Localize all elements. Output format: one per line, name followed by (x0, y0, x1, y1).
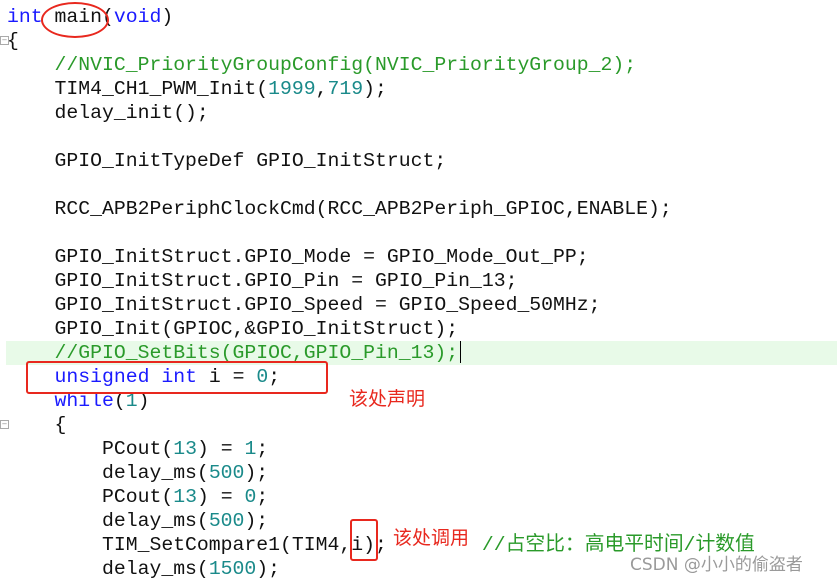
code-token: ) (161, 6, 174, 28)
code-token: ); (363, 78, 387, 100)
code-line[interactable]: int main(void) (7, 5, 755, 29)
code-line[interactable]: GPIO_InitTypeDef GPIO_InitStruct; (7, 149, 755, 173)
code-line[interactable]: delay_ms(500); (7, 461, 755, 485)
annotation-ellipse-main (41, 2, 109, 38)
code-line[interactable] (7, 173, 755, 197)
code-token: 500 (208, 510, 245, 532)
text-cursor (460, 341, 461, 363)
code-token: delay_ms( (7, 462, 209, 484)
code-token: RCC_APB2PeriphClockCmd(RCC_APB2Periph_GP… (7, 198, 672, 220)
code-line[interactable] (7, 125, 755, 149)
code-line[interactable]: PCout(13) = 0; (7, 485, 755, 509)
code-line[interactable]: PCout(13) = 1; (7, 437, 755, 461)
code-token: PCout( (7, 438, 174, 460)
code-token: delay_ms( (7, 510, 209, 532)
code-token: 13 (173, 486, 197, 508)
code-line[interactable]: GPIO_InitStruct.GPIO_Speed = GPIO_Speed_… (7, 293, 755, 317)
code-token: ) = (196, 438, 245, 460)
code-token: GPIO_InitStruct.GPIO_Pin = GPIO_Pin_13; (7, 270, 518, 292)
code-line[interactable]: GPIO_InitStruct.GPIO_Mode = GPIO_Mode_Ou… (7, 245, 755, 269)
code-line[interactable]: RCC_APB2PeriphClockCmd(RCC_APB2Periph_GP… (7, 197, 755, 221)
code-token: PCout( (7, 486, 174, 508)
code-line[interactable]: − { (0, 413, 755, 437)
code-token: ); (244, 462, 269, 484)
code-token: 0 (244, 486, 257, 508)
code-token: delay_ms( (7, 558, 209, 580)
annotation-note-declare: 该处声明 (349, 388, 426, 410)
code-line[interactable]: −{ (0, 29, 755, 53)
code-token: 1 (244, 438, 257, 460)
code-token: delay_init(); (7, 102, 209, 124)
annotation-box-call (350, 519, 378, 561)
code-token: ); (256, 558, 281, 580)
code-token: 719 (327, 78, 364, 100)
code-token: 1999 (268, 78, 316, 100)
watermark: CSDN @小小的偷盗者 (630, 555, 803, 575)
code-line[interactable]: TIM4_CH1_PWM_Init(1999,719); (7, 77, 755, 101)
code-token: GPIO_InitTypeDef GPIO_InitStruct; (7, 150, 447, 172)
code-line[interactable]: //NVIC_PriorityGroupConfig(NVIC_Priority… (7, 53, 755, 77)
code-token: //NVIC_PriorityGroupConfig(NVIC_Priority… (7, 54, 637, 76)
annotation-note-call: 该处调用 (393, 527, 470, 549)
code-editor[interactable]: int main(void) −{ //NVIC_PriorityGroupCon… (0, 5, 837, 581)
code-token: , (315, 78, 328, 100)
code-token: TIM_SetCompare1(TIM4,i); (7, 534, 447, 556)
code-token: ; (256, 486, 269, 508)
code-token: 13 (173, 438, 197, 460)
code-token: { (7, 414, 67, 436)
code-token: { (7, 30, 19, 52)
code-token: ) = (196, 486, 245, 508)
code-token: 1500 (208, 558, 257, 580)
code-line[interactable]: GPIO_Init(GPIOC,&GPIO_InitStruct); (7, 317, 755, 341)
code-token: ; (256, 438, 269, 460)
code-line[interactable]: delay_init(); (7, 101, 755, 125)
code-token: TIM4_CH1_PWM_Init( (7, 78, 269, 100)
code-token: GPIO_InitStruct.GPIO_Mode = GPIO_Mode_Ou… (7, 246, 589, 268)
code-line[interactable] (7, 221, 755, 245)
annotation-box-declaration (26, 361, 328, 394)
code-line[interactable]: delay_ms(500); (7, 509, 755, 533)
code-token: ); (244, 510, 269, 532)
code-token: GPIO_InitStruct.GPIO_Speed = GPIO_Speed_… (7, 294, 601, 316)
code-token: 500 (208, 462, 245, 484)
code-token: void (113, 6, 162, 28)
code-line[interactable]: GPIO_InitStruct.GPIO_Pin = GPIO_Pin_13; (7, 269, 755, 293)
code-token: int (7, 6, 43, 28)
code-token: GPIO_Init(GPIOC,&GPIO_InitStruct); (7, 318, 459, 340)
